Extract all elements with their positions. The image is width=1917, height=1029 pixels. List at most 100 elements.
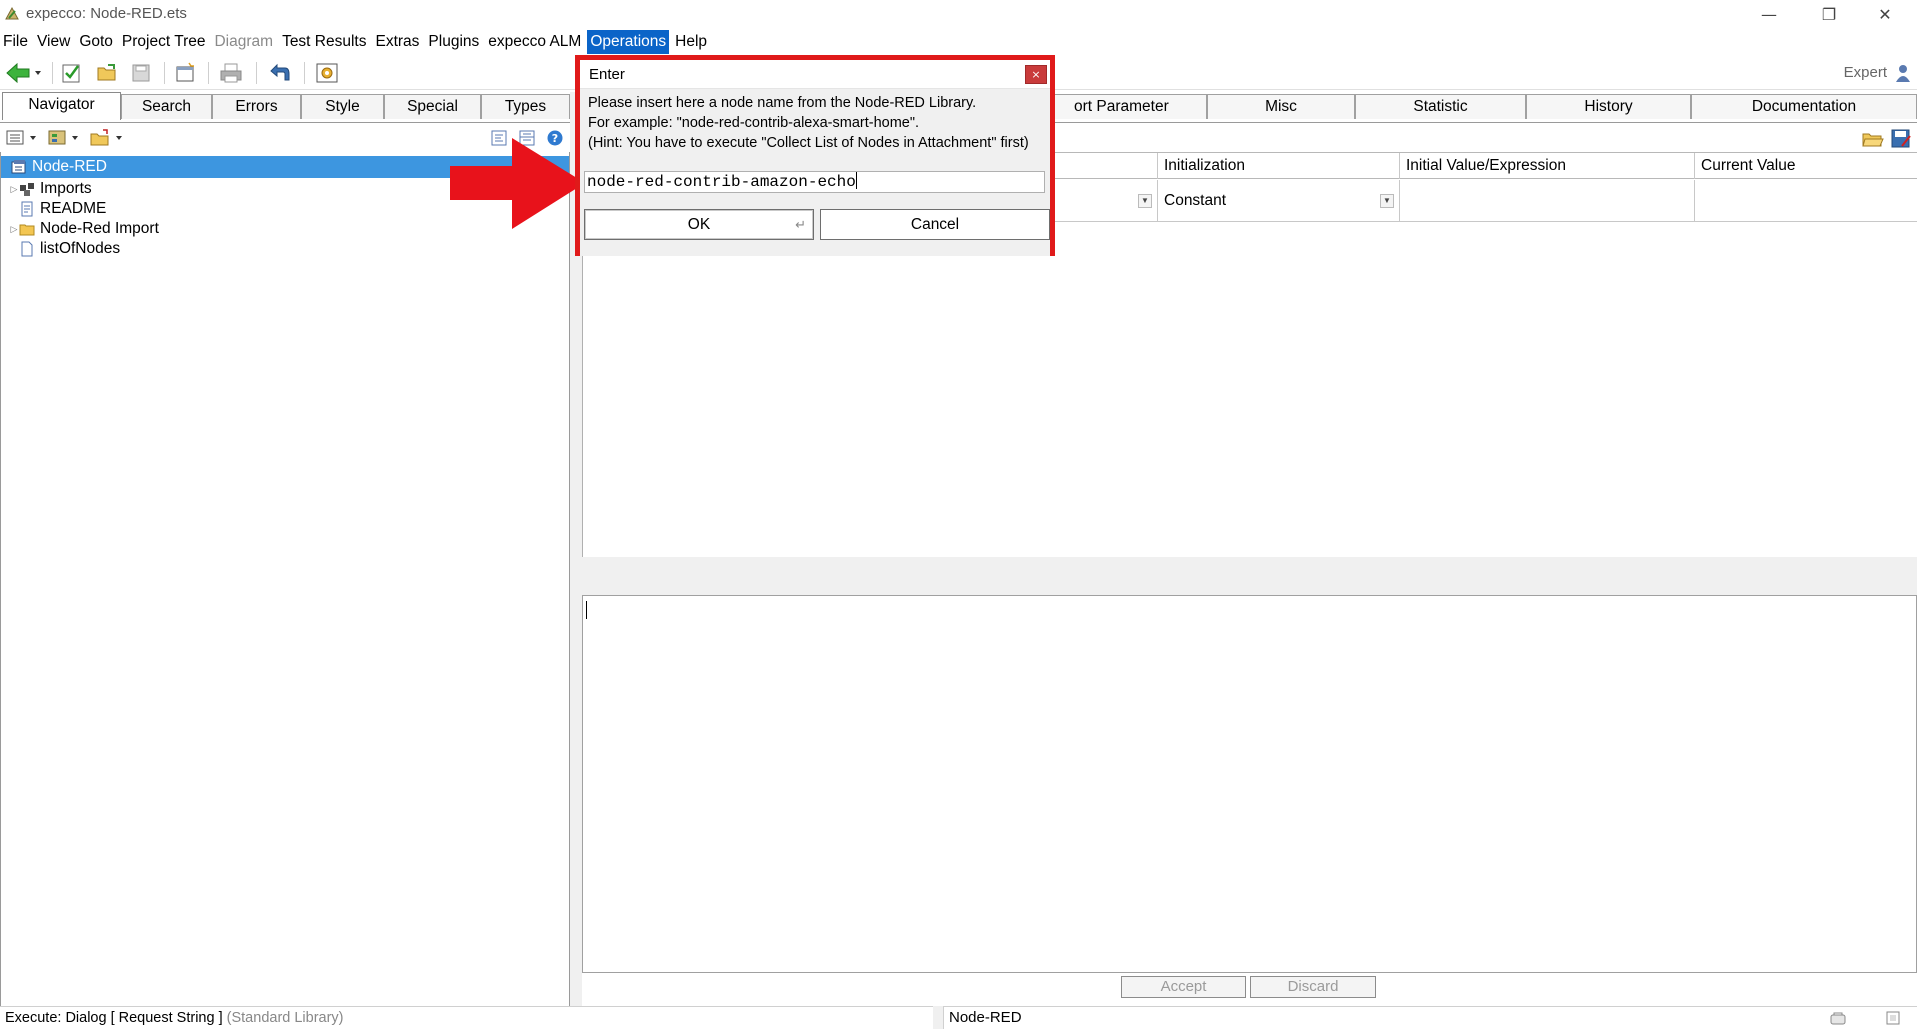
initialization-cell[interactable]: Constant ▼ [1157,180,1399,222]
dialog-example: For example: "node-red-contrib-alexa-sma… [588,115,920,131]
toolbar-separator [256,62,257,84]
tab-types[interactable]: Types [481,94,570,119]
accept-button[interactable]: Accept [1121,976,1246,998]
menu-file[interactable]: File [0,30,31,54]
dialog-instruction: Please insert here a node name from the … [588,95,977,111]
tab-errors[interactable]: Errors [212,94,301,119]
dialog-title: Enter [589,66,625,83]
expand-arrow-icon[interactable]: ▷ [9,218,19,240]
settings-button[interactable] [314,60,340,86]
back-button[interactable] [4,60,44,86]
discard-button[interactable]: Discard [1250,976,1376,998]
status-message: Execute: Dialog [ Request String ] [5,1010,223,1026]
menu-diagram[interactable]: Diagram [211,30,276,54]
menu-operations[interactable]: Operations [587,30,670,54]
menu-project-tree[interactable]: Project Tree [119,30,209,54]
save-button[interactable] [128,60,154,86]
column-header-initialization[interactable]: Initialization [1157,153,1399,179]
menu-plugins[interactable]: Plugins [425,30,482,54]
tab-documentation[interactable]: Documentation [1691,94,1917,119]
tab-style[interactable]: Style [301,94,384,119]
back-arrow-icon [6,62,41,84]
window-icon [176,62,194,82]
status-project: Node-RED [949,1009,1022,1026]
initialization-value: Constant [1164,192,1227,209]
save-disk-icon [132,64,150,82]
tab-misc[interactable]: Misc [1207,94,1355,119]
status-divider [933,1006,943,1029]
folder-icon [19,224,35,236]
mode-switch-button[interactable] [1893,62,1913,84]
settings-dialog-icon [316,63,338,83]
column-header-current-value[interactable]: Current Value [1694,153,1917,179]
undo-button[interactable] [266,60,292,86]
new-project-button[interactable] [58,60,84,86]
navigator-tree: Node-RED ▷ Imports README ▷ Node-Red Imp… [0,152,570,1007]
menu-expecco-alm[interactable]: expecco ALM [485,30,584,54]
tree-item-imports[interactable]: ▷ Imports [9,178,92,200]
new-folder-button[interactable] [90,128,126,148]
save-file-button[interactable] [1890,128,1912,150]
annotation-arrow-icon [450,138,585,229]
tree-item-node-red-import[interactable]: ▷ Node-Red Import [9,218,159,240]
tree-item-list-of-nodes[interactable]: listOfNodes [9,238,120,260]
tab-special[interactable]: Special [384,94,481,119]
view-options-button[interactable] [6,128,40,148]
dialog-body: Please insert here a node name from the … [580,89,1050,256]
open-folder-icon [97,64,116,81]
horizontal-splitter[interactable] [582,557,1917,595]
dialog-close-button[interactable]: × [1025,65,1047,84]
menu-goto[interactable]: Goto [76,30,116,54]
dropdown-arrow-icon[interactable]: ▼ [1138,194,1152,208]
menu-test-results[interactable]: Test Results [279,30,369,54]
tree-item-label: Node-Red Import [40,220,159,237]
mode-label[interactable]: Expert [1844,64,1887,81]
column-header-initial-value[interactable]: Initial Value/Expression [1399,153,1694,179]
tree-item-label: Node-RED [32,158,107,175]
toolbar-separator [304,62,305,84]
tree-item-readme[interactable]: README [9,198,106,220]
toolbar-separator [52,62,53,84]
tab-navigator[interactable]: Navigator [2,92,121,120]
cancel-button[interactable]: Cancel [820,209,1050,240]
tab-import-parameter[interactable]: ort Parameter [1052,94,1207,119]
expert-mode-icon [1896,65,1910,82]
tree-item-label: README [40,200,107,217]
menu-view[interactable]: View [34,30,73,54]
document-icon [21,201,33,217]
node-name-input-value: node-red-contrib-amazon-echo [587,173,856,191]
status-memory-button[interactable] [1884,1009,1902,1027]
imports-icon [20,183,34,196]
expand-arrow-icon[interactable]: ▷ [9,178,19,200]
window-title: expecco: Node-RED.ets [26,5,187,22]
printer-icon [220,63,242,83]
open-file-button[interactable] [1862,129,1884,149]
menu-help[interactable]: Help [672,30,710,54]
dropdown-arrow-icon[interactable]: ▼ [1380,194,1394,208]
undo-icon [270,63,290,81]
initial-value-cell[interactable] [1399,180,1694,222]
close-window-button[interactable]: ✕ [1862,0,1908,28]
node-name-input[interactable]: node-red-contrib-amazon-echo [584,171,1045,193]
new-window-button[interactable] [172,60,198,86]
restore-button[interactable]: ❐ [1806,0,1852,28]
status-bar-right: Node-RED [943,1006,1917,1029]
ok-button[interactable]: OK ↵ [584,209,814,240]
checklist-icon [62,64,80,83]
open-button[interactable] [94,60,120,86]
tree-options-button[interactable] [48,128,82,148]
toolbar-separator [208,62,209,84]
tab-statistic[interactable]: Statistic [1355,94,1526,119]
dialog-title-bar[interactable]: Enter × [580,60,1050,89]
tab-history[interactable]: History [1526,94,1691,119]
minimize-button[interactable]: — [1746,0,1792,28]
text-cursor [586,601,587,619]
status-scroll-lock-button[interactable] [1829,1009,1847,1027]
menu-bar: File View Goto Project Tree Diagram Test… [0,30,1917,54]
text-editor[interactable] [582,595,1917,973]
print-button[interactable] [218,60,244,86]
menu-extras[interactable]: Extras [372,30,422,54]
tab-search[interactable]: Search [121,94,212,119]
open-folder-icon [1862,133,1884,147]
tree-item-label: Imports [40,180,92,197]
